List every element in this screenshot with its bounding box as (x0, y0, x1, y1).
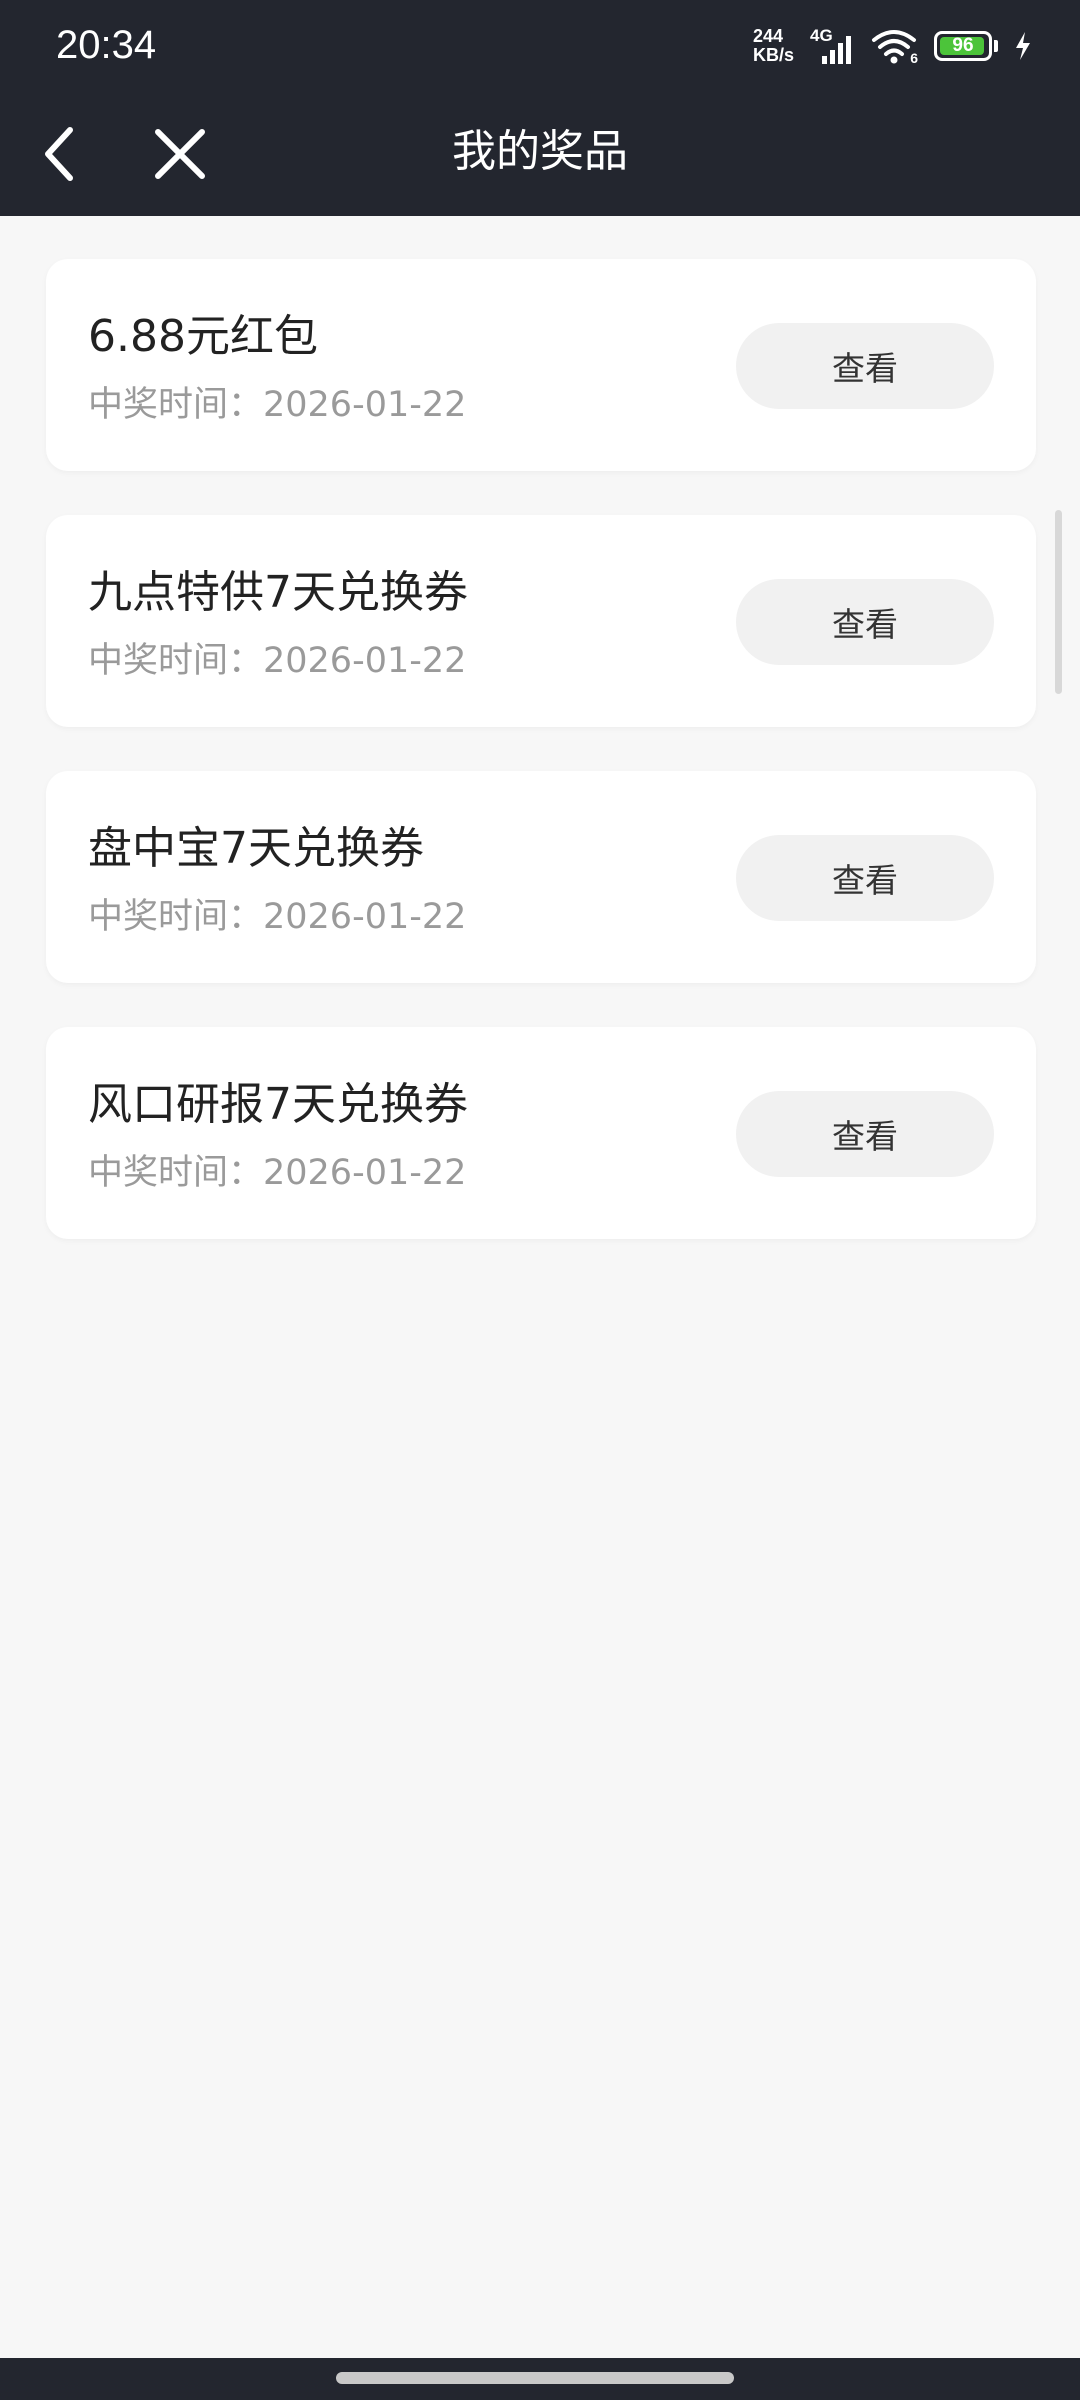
status-time: 20:34 (56, 23, 157, 67)
prize-card: 盘中宝7天兑换券 中奖时间：2026-01-22 查看 (46, 771, 1036, 983)
status-icons: 244 KB/s 4G 6 96 (753, 22, 1032, 70)
signal-icon: 4G (810, 26, 854, 66)
prize-card: 6.88元红包 中奖时间：2026-01-22 查看 (46, 259, 1036, 471)
home-indicator[interactable] (336, 2372, 734, 2384)
net-speed-unit: KB/s (752, 45, 794, 65)
net-speed-value: 244 (752, 26, 784, 46)
battery-level: 96 (952, 35, 974, 56)
battery-icon: 96 (934, 31, 998, 61)
battery-body: 96 (934, 31, 992, 61)
nav-bar: 我的奖品 (0, 90, 1080, 216)
charging-icon (1014, 31, 1032, 61)
prize-card: 风口研报7天兑换券 中奖时间：2026-01-22 查看 (46, 1027, 1036, 1239)
prize-list: 6.88元红包 中奖时间：2026-01-22 查看 九点特供7天兑换券 中奖时… (46, 259, 1036, 1283)
net-speed: 244 KB/s (753, 27, 794, 65)
view-button[interactable]: 查看 (736, 835, 994, 921)
prize-title: 九点特供7天兑换券 (88, 567, 468, 618)
prize-title: 风口研报7天兑换券 (88, 1079, 468, 1130)
prize-time: 中奖时间：2026-01-22 (88, 1153, 467, 1193)
page-title: 我的奖品 (452, 126, 628, 177)
prize-time: 中奖时间：2026-01-22 (88, 385, 467, 425)
prize-title: 6.88元红包 (88, 311, 318, 362)
gesture-bar (0, 2358, 1080, 2400)
status-bar: 20:34 244 KB/s 4G 6 96 (0, 0, 1080, 90)
view-button[interactable]: 查看 (736, 579, 994, 665)
wifi-icon: 6 (870, 26, 918, 66)
view-button[interactable]: 查看 (736, 1091, 994, 1177)
prize-time: 中奖时间：2026-01-22 (88, 641, 467, 681)
prize-time: 中奖时间：2026-01-22 (88, 897, 467, 937)
prize-card: 九点特供7天兑换券 中奖时间：2026-01-22 查看 (46, 515, 1036, 727)
scrollbar[interactable] (1055, 510, 1062, 694)
view-button[interactable]: 查看 (736, 323, 994, 409)
wifi-badge: 6 (910, 50, 918, 66)
battery-tip (994, 40, 998, 52)
prize-title: 盘中宝7天兑换券 (88, 823, 424, 874)
